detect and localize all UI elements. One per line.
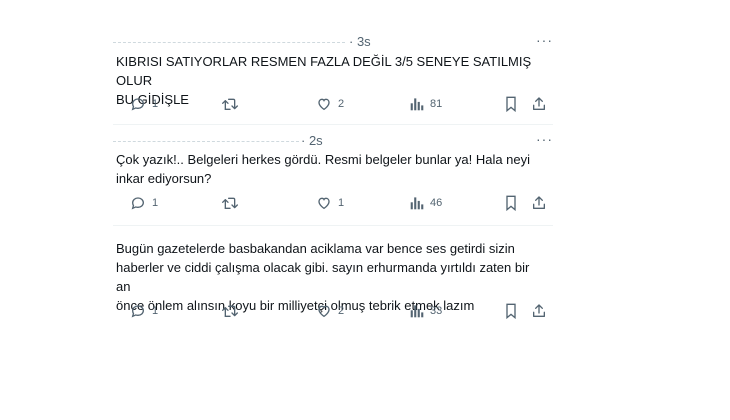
tweet-text-line: haberler ve ciddi çalışma olacak gibi. s… [116, 260, 530, 294]
heart-icon [318, 98, 330, 111]
reply-count: 1 [152, 305, 159, 317]
bookmark-icon [506, 303, 516, 319]
views-count: 81 [430, 98, 443, 110]
tweet-text-line: Çok yazık!.. Belgeleri herkes gördü. Res… [116, 152, 531, 167]
tweet-actions: 1 2 33 [113, 302, 553, 322]
tweet-time[interactable]: · 3s [349, 34, 371, 49]
tweet-time[interactable]: · 2s [301, 133, 323, 148]
retweet-icon [222, 98, 238, 110]
reply-count: 1 [152, 98, 159, 110]
share-icon [533, 304, 545, 317]
bookmark-icon [506, 195, 516, 211]
tweet-header: · 3s ··· [113, 33, 553, 52]
tweet-divider [113, 124, 553, 125]
views-icon [410, 197, 424, 210]
retweet-icon [222, 197, 238, 209]
retweet-button[interactable] [221, 95, 245, 113]
views-button[interactable]: 81 [410, 95, 442, 113]
tweet-text-line: KIBRISI SATIYORLAR RESMEN FAZLA DEĞİL 3/… [116, 54, 532, 88]
like-count: 1 [338, 197, 345, 209]
redacted-author [113, 42, 345, 43]
reply-count: 1 [152, 197, 159, 209]
heart-icon [318, 305, 330, 318]
views-count: 46 [430, 197, 443, 209]
tweet-text: Çok yazık!.. Belgeleri herkes gördü. Res… [116, 150, 546, 188]
like-count: 2 [338, 305, 345, 317]
tweet-actions: 1 2 81 [113, 95, 553, 115]
like-button[interactable]: 1 [316, 194, 344, 212]
reply-button[interactable]: 1 [130, 194, 158, 212]
share-button[interactable] [531, 302, 547, 320]
reply-icon [131, 197, 145, 210]
views-count: 33 [430, 305, 443, 317]
redacted-author [113, 141, 299, 142]
like-button[interactable]: 2 [316, 302, 344, 320]
share-icon [533, 196, 545, 209]
tweet-header: · 2s ··· [113, 132, 553, 151]
reply-button[interactable]: 1 [130, 95, 158, 113]
views-icon [410, 98, 424, 111]
like-count: 2 [338, 98, 345, 110]
tweet-text-line: Bugün gazetelerde basbakandan aciklama v… [116, 241, 515, 256]
views-icon [410, 305, 424, 318]
retweet-icon [222, 305, 238, 317]
share-button[interactable] [531, 95, 547, 113]
bookmark-icon [506, 96, 516, 112]
reply-icon [131, 305, 145, 318]
views-button[interactable]: 46 [410, 194, 442, 212]
bookmark-button[interactable] [504, 95, 518, 113]
share-button[interactable] [531, 194, 547, 212]
reply-button[interactable]: 1 [130, 302, 158, 320]
retweet-button[interactable] [221, 302, 245, 320]
bookmark-button[interactable] [504, 194, 518, 212]
views-button[interactable]: 33 [410, 302, 442, 320]
tweet-divider [113, 225, 553, 226]
heart-icon [318, 197, 330, 210]
like-button[interactable]: 2 [316, 95, 344, 113]
bookmark-button[interactable] [504, 302, 518, 320]
tweet-actions: 1 1 46 [113, 194, 553, 214]
more-icon[interactable]: ··· [536, 132, 553, 146]
share-icon [533, 97, 545, 110]
more-icon[interactable]: ··· [536, 33, 553, 47]
tweet-text-line: inkar ediyorsun? [116, 171, 212, 186]
retweet-button[interactable] [221, 194, 245, 212]
reply-icon [131, 98, 145, 111]
